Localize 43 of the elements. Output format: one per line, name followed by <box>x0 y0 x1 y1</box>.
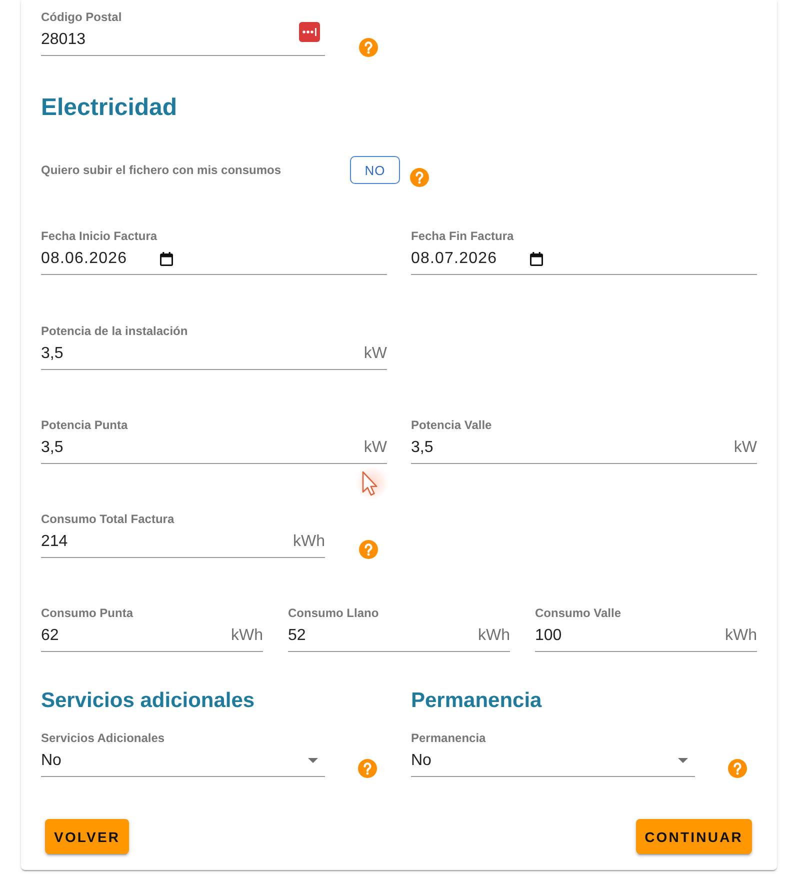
text-field[interactable]: 62 kWh <box>41 620 263 652</box>
section-heading: Permanencia <box>411 688 543 714</box>
field-label: Código Postal <box>41 10 123 24</box>
ellipsis-icon[interactable] <box>299 22 320 42</box>
unit-suffix: kW <box>364 344 387 362</box>
text-field[interactable]: 214 kWh <box>41 526 325 558</box>
text-field[interactable]: 100 kWh <box>535 620 757 652</box>
date-field[interactable]: 08.07.2026 <box>411 243 757 275</box>
field-label: Permanencia <box>411 731 487 745</box>
unit-suffix: kW <box>734 438 757 456</box>
caret-icon[interactable] <box>308 758 318 763</box>
calendar-icon[interactable] <box>160 252 173 266</box>
unit-suffix: kWh <box>725 626 757 644</box>
field-label: Consumo Punta <box>41 606 134 620</box>
unit-suffix: kWh <box>478 626 510 644</box>
back-button[interactable]: VOLVER <box>45 819 130 854</box>
text-field[interactable]: 3,5 kW <box>41 338 387 370</box>
field-label: Consumo Valle <box>535 606 622 620</box>
calendar-icon[interactable] <box>530 252 543 266</box>
toggle-label: Quiero subir el fichero con mis consumos <box>41 162 282 179</box>
text-field[interactable]: 52 kWh <box>288 620 510 652</box>
date-field[interactable]: 08.06.2026 <box>41 243 387 275</box>
field-label: Potencia de la instalación <box>41 324 189 338</box>
select-field[interactable]: No <box>411 745 695 777</box>
field-label: Fecha Fin Factura <box>411 229 515 243</box>
text-field[interactable]: 3,5 kW <box>41 432 387 464</box>
text-field[interactable]: 3,5 kW <box>411 432 757 464</box>
text-field[interactable]: 28013 <box>41 24 325 56</box>
field-label: Fecha Inicio Factura <box>41 229 158 243</box>
section-heading: Servicios adicionales <box>41 688 256 714</box>
unit-suffix: kW <box>364 438 387 456</box>
field-label: Servicios Adicionales <box>41 731 166 745</box>
section-heading: Electricidad <box>41 94 178 122</box>
field-label: Consumo Llano <box>288 606 380 620</box>
field-label: Potencia Valle <box>411 418 493 432</box>
continue-button[interactable]: CONTINUAR <box>636 819 752 854</box>
select-field[interactable]: No <box>41 745 325 777</box>
field-label: Potencia Punta <box>41 418 129 432</box>
toggle-button[interactable]: NO <box>350 156 400 184</box>
unit-suffix: kWh <box>293 532 325 550</box>
unit-suffix: kWh <box>231 626 263 644</box>
field-label: Consumo Total Factura <box>41 512 176 526</box>
caret-icon[interactable] <box>678 758 688 763</box>
